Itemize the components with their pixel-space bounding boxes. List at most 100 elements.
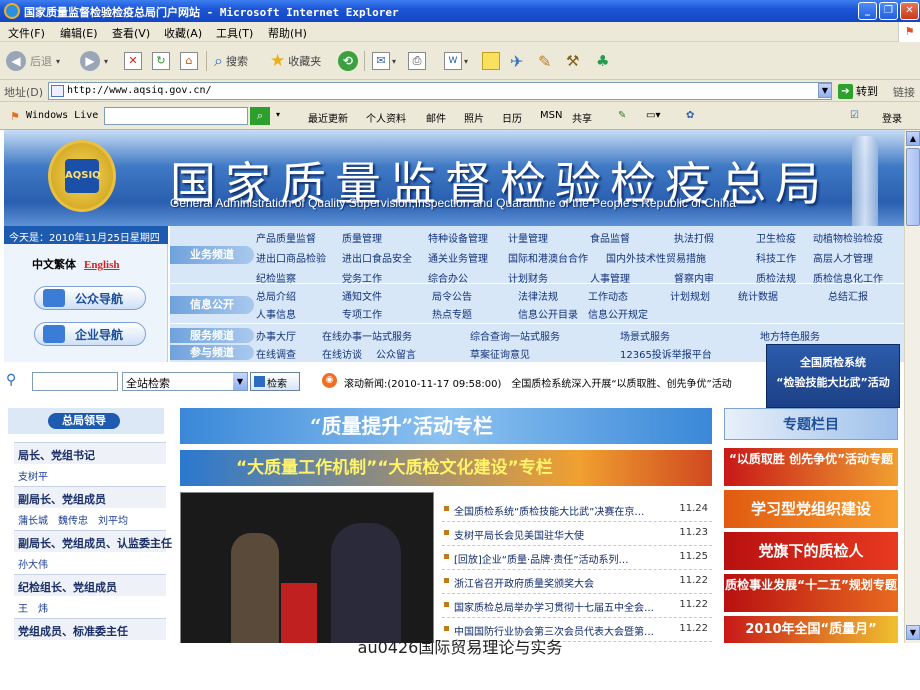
refresh-button[interactable]: ↻ [152,50,170,72]
site-search-input[interactable] [32,372,118,391]
minimize-button[interactable]: _ [858,2,877,20]
channel-link[interactable]: 地方特色服务 [760,328,820,343]
stop-button[interactable]: ✕ [124,50,142,72]
mail-button[interactable]: ✉ ▾ [372,50,396,72]
list-item[interactable]: 全国质检系统“质检技能大比武”决赛在京… 11.24 [442,498,712,522]
research-button[interactable]: ✈ [510,50,523,72]
menu-tools[interactable]: 工具(T) [216,25,253,41]
address-url[interactable]: http://www.aqsiq.gov.cn/ [67,85,212,96]
photo-icon[interactable]: ▭▾ [646,110,660,121]
chevron-down-icon[interactable]: ▾ [276,110,280,119]
blog-icon[interactable]: ✎ [618,110,626,121]
links-button[interactable]: 链接 [893,84,915,100]
channel-link[interactable]: 国内外技术性贸易措施 [606,250,706,265]
channel-link[interactable]: 特种设备管理 [428,230,488,245]
channel-link[interactable]: 国际和港澳台合作 [508,250,588,265]
lang-traditional-link[interactable]: 中文繁体 [32,258,76,271]
checkbox-icon[interactable]: ☑ [850,110,859,121]
site-search-button[interactable]: 检索 [250,372,300,391]
channel-link[interactable]: 在线办事一站式服务 [322,328,412,343]
channel-link[interactable]: 局令公告 [432,288,472,303]
channel-link[interactable]: 计划财务 [508,270,548,285]
topic-banner[interactable]: 质检事业发展“十二五”规划专题 [724,574,898,612]
menu-favorites[interactable]: 收藏(A) [164,25,202,41]
news-photo[interactable] [180,492,434,643]
quality-mechanism-banner[interactable]: “大质量工作机制”“大质检文化建设”专栏 [180,450,712,486]
lang-english-link[interactable]: English [84,259,119,271]
leader-names[interactable]: 王 炜 [18,600,48,615]
address-dropdown-button[interactable]: ▼ [818,83,832,98]
forward-button[interactable]: ▶ ▾ [80,50,108,72]
live-item-photos[interactable]: 照片 [464,110,484,125]
live-item-mail[interactable]: 邮件 [426,110,446,125]
channel-link[interactable]: 场景式服务 [620,328,670,343]
topic-banner[interactable]: 党旗下的质检人 [724,532,898,570]
menu-help[interactable]: 帮助(H) [268,25,307,41]
channel-link[interactable]: 草案征询意见 [470,346,530,361]
channel-link[interactable]: 工作动态 [588,288,628,303]
channel-link[interactable]: 人事信息 [256,306,296,321]
public-nav-button[interactable]: 公众导航 [34,286,146,310]
channel-link[interactable]: 综合查询一站式服务 [470,328,560,343]
menu-view[interactable]: 查看(V) [112,25,150,41]
special-topics-header[interactable]: 专题栏目 [724,408,898,440]
rolling-news[interactable]: 滚动新闻:(2010-11-17 09:58:00) 全国质检系统深入开展“以质… [344,375,768,390]
channel-link[interactable]: 党务工作 [342,270,382,285]
list-item[interactable]: 国家质检总局举办学习贯彻十七届五中全会… 11.22 [442,594,712,618]
search-button[interactable]: ⌕ 搜索 [214,50,248,72]
channel-link[interactable]: 执法打假 [674,230,714,245]
scroll-thumb[interactable] [906,148,920,226]
floating-activity-popup[interactable]: 全国质检系统 “检验技能大比武”活动 [766,344,900,408]
live-item-msn[interactable]: MSN [540,110,562,121]
back-button[interactable]: ◀ 后退 ▾ [6,50,60,72]
channel-link[interactable]: 食品监督 [590,230,630,245]
scroll-up-button[interactable]: ▲ [906,131,920,146]
live-search-button[interactable]: ⌕ [250,107,270,125]
edit-button[interactable]: W ▾ [444,50,468,72]
channel-link[interactable]: 总结汇报 [828,288,868,303]
channel-link[interactable]: 总局介绍 [256,288,296,303]
channel-link[interactable]: 质量管理 [342,230,382,245]
channel-link[interactable]: 信息公开规定 [588,306,648,321]
live-item-profile[interactable]: 个人资料 [366,110,406,125]
vertical-scrollbar[interactable]: ▲ ▼ [904,130,920,643]
channel-link[interactable]: 科技工作 [756,250,796,265]
channel-link[interactable]: 热点专题 [432,306,472,321]
live-item-recent[interactable]: 最近更新 [308,110,348,125]
news-title[interactable]: 支树平局长会见美国驻华大使 [454,527,672,542]
tools-button[interactable]: ⚒ [566,50,579,72]
messenger-icon-button[interactable]: ♣ [596,50,609,72]
address-input[interactable]: http://www.aqsiq.gov.cn/ [48,82,832,100]
channel-link[interactable]: 在线访谈 [322,346,362,361]
channel-link[interactable]: 综合办公 [428,270,468,285]
channel-link[interactable]: 纪检监察 [256,270,296,285]
channel-link[interactable]: 计量管理 [508,230,548,245]
leader-names[interactable]: 蒲长城 魏传忠 刘平均 [18,512,128,527]
channel-link[interactable]: 卫生检疫 [756,230,796,245]
quality-promotion-banner[interactable]: “质量提升”活动专栏 [180,408,712,444]
favorites-button[interactable]: ★ 收藏夹 [270,50,321,72]
channel-link[interactable]: 通知文件 [342,288,382,303]
channel-link[interactable]: 产品质量监督 [256,230,316,245]
news-title[interactable]: 国家质检总局举办学习贯彻十七届五中全会… [454,599,672,614]
channel-link[interactable]: 进出口食品安全 [342,250,412,265]
topic-banner[interactable]: “以质取胜 创先争优”活动专题 [724,448,898,486]
live-search-input[interactable] [104,107,248,125]
channel-link[interactable]: 动植物检验检疫 [813,230,883,245]
channel-link[interactable]: 法律法规 [518,288,558,303]
spaces-icon[interactable]: ✿ [686,110,694,121]
topic-banner[interactable]: 学习型党组织建设 [724,490,898,528]
close-button[interactable]: ✕ [900,2,919,20]
channel-link[interactable]: 人事管理 [590,270,630,285]
leader-names[interactable]: 孙大伟 [18,556,48,571]
home-button[interactable]: ⌂ [180,50,198,72]
channel-link[interactable]: 专项工作 [342,306,382,321]
news-title[interactable]: [回放]企业“质量·品牌·责任”活动系列… [454,551,672,566]
search-scope-select[interactable]: 全站检索 ▼ [122,372,248,391]
note-button[interactable] [482,50,500,72]
menu-edit[interactable]: 编辑(E) [60,25,98,41]
leader-names[interactable]: 支树平 [18,468,48,483]
channel-link[interactable]: 质检信息化工作 [813,270,883,285]
channel-link[interactable]: 通关业务管理 [428,250,488,265]
channel-link[interactable]: 12365投诉举报平台 [620,346,712,361]
